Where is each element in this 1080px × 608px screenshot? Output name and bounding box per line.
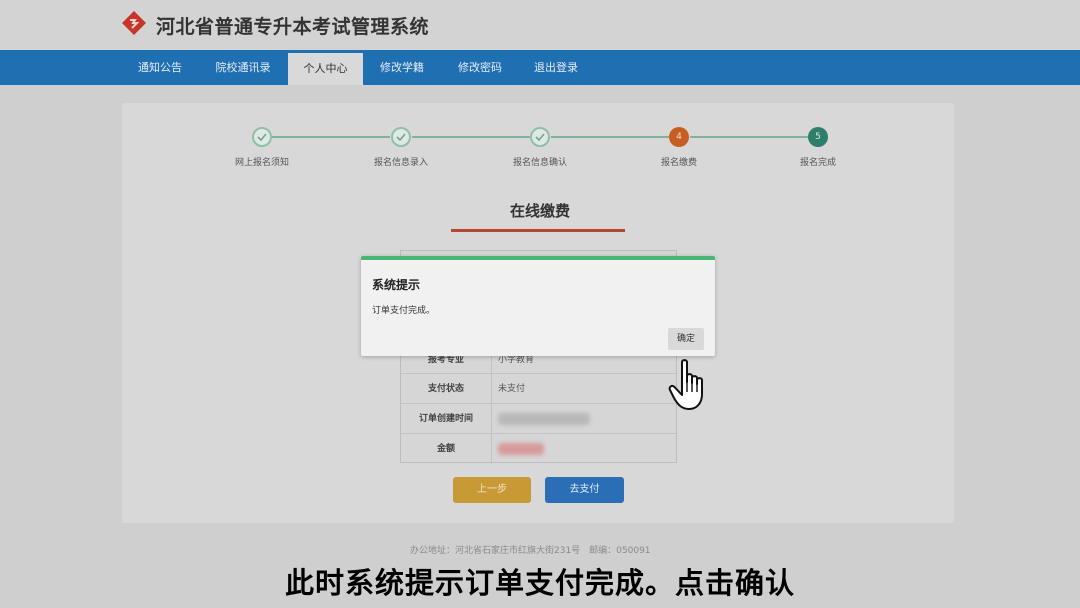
table-row: 订单创建时间 bbox=[401, 403, 676, 434]
table-row: 支付状态 未支付 bbox=[401, 373, 676, 404]
site-title: 河北省普通专升本考试管理系统 bbox=[156, 16, 430, 38]
step-connector bbox=[551, 136, 669, 138]
check-icon bbox=[530, 127, 550, 147]
step-connector bbox=[412, 136, 530, 138]
hand-pointer-icon bbox=[668, 359, 703, 410]
step-label: 报名完成 bbox=[799, 158, 836, 168]
step-label: 报名缴费 bbox=[660, 158, 697, 168]
section-title: 在线缴费 bbox=[509, 202, 570, 220]
row-key: 订单创建时间 bbox=[401, 404, 492, 434]
nav-item-personal-center[interactable]: 个人中心 bbox=[288, 53, 363, 85]
nav-item-edit-enrollment[interactable]: 修改学籍 bbox=[370, 50, 434, 85]
check-icon bbox=[252, 127, 272, 147]
title-underline bbox=[451, 229, 625, 232]
blurred-value bbox=[498, 413, 590, 425]
step-label: 报名信息确认 bbox=[512, 158, 567, 168]
row-key: 支付状态 bbox=[401, 374, 492, 404]
main-nav: 通知公告 院校通讯录 个人中心 修改学籍 修改密码 退出登录 bbox=[0, 50, 1080, 85]
blurred-value bbox=[498, 443, 544, 455]
app-header: 河北省普通专升本考试管理系统 bbox=[0, 0, 1080, 50]
video-caption: 此时系统提示订单支付完成。点击确认 bbox=[284, 566, 795, 600]
dialog-title: 系统提示 bbox=[372, 278, 421, 292]
step-connector bbox=[272, 136, 390, 138]
row-key: 金额 bbox=[401, 434, 492, 464]
dialog-message: 订单支付完成。 bbox=[372, 306, 436, 316]
step-number-todo: 5 bbox=[808, 127, 828, 147]
system-alert-dialog: 系统提示 订单支付完成。 确定 bbox=[361, 256, 715, 356]
brand-logo-icon bbox=[122, 11, 146, 35]
go-pay-button[interactable]: 去支付 bbox=[545, 477, 624, 503]
check-icon bbox=[391, 127, 411, 147]
step-connector bbox=[690, 136, 808, 138]
prev-step-button[interactable]: 上一步 bbox=[453, 477, 531, 503]
table-row: 金额 bbox=[401, 433, 676, 464]
nav-item-change-password[interactable]: 修改密码 bbox=[448, 50, 512, 85]
nav-item-notices[interactable]: 通知公告 bbox=[128, 50, 192, 85]
step-label: 报名信息录入 bbox=[373, 158, 428, 168]
step-label: 网上报名须知 bbox=[234, 158, 289, 168]
nav-item-directory[interactable]: 院校通讯录 bbox=[206, 50, 280, 85]
footer-address: 办公地址：河北省石家庄市红旗大街231号 邮编：050091 bbox=[410, 546, 651, 556]
confirm-button[interactable]: 确定 bbox=[668, 328, 704, 350]
row-value: 未支付 bbox=[498, 384, 526, 394]
nav-item-logout[interactable]: 退出登录 bbox=[524, 50, 588, 85]
step-number-current: 4 bbox=[669, 127, 689, 147]
